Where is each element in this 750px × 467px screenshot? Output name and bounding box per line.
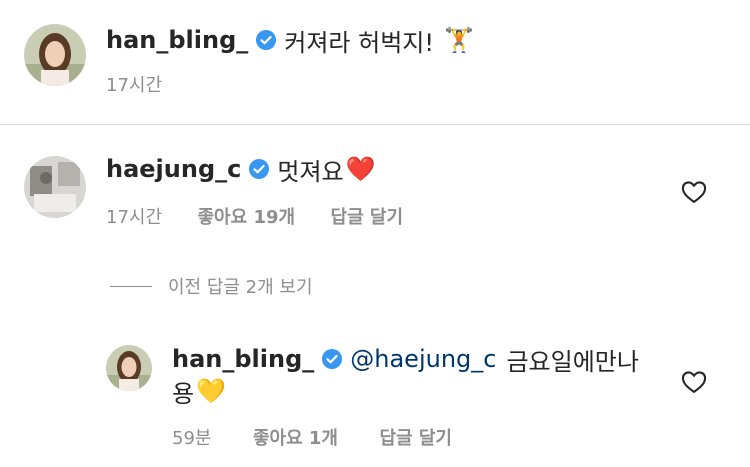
heart-emoji-icon: ❤️: [345, 155, 376, 183]
view-replies-button[interactable]: 이전 답글 2개 보기: [110, 273, 313, 299]
avatar[interactable]: [24, 24, 86, 86]
reply-text-continued: 용: [172, 379, 195, 408]
mention-link[interactable]: @haejung_c: [350, 345, 496, 373]
like-heart-icon[interactable]: [680, 368, 708, 396]
dash-divider: [110, 285, 152, 287]
reply-meta: 59분 좋아요 1개 답글 달기: [172, 424, 452, 450]
divider: [0, 124, 750, 125]
comment-line: haejung_c 멋져요 ❤️: [106, 152, 376, 186]
verified-badge-icon: [256, 30, 277, 50]
comment-text: 커져라 허벅지!: [284, 28, 434, 57]
verified-badge-icon: [322, 349, 343, 369]
comment-meta: 17시간 좋아요 19개 답글 달기: [106, 203, 403, 229]
reply-button[interactable]: 답글 달기: [331, 207, 404, 228]
reply-text: 금요일에만나: [506, 347, 639, 376]
reply-button[interactable]: 답글 달기: [379, 428, 452, 449]
reply-line-2: 용 💛: [172, 374, 226, 408]
comment-line: han_bling_ 커져라 허벅지! 🏋️: [106, 24, 474, 57]
like-heart-icon[interactable]: [680, 178, 708, 206]
reply-time[interactable]: 59분: [172, 428, 211, 449]
weightlifter-emoji-icon: 🏋️: [444, 26, 474, 54]
username[interactable]: haejung_c: [106, 155, 241, 183]
likes-count[interactable]: 좋아요 19개: [198, 207, 296, 228]
avatar[interactable]: [106, 345, 152, 391]
comment-time[interactable]: 17시간: [106, 207, 162, 228]
reply-line: han_bling_ @haejung_c 금요일에만나: [172, 342, 639, 376]
comment-text: 멋져요: [277, 157, 344, 186]
username[interactable]: han_bling_: [172, 345, 314, 373]
view-replies-label: 이전 답글 2개 보기: [168, 277, 313, 298]
yellow-heart-emoji-icon: 💛: [196, 377, 226, 405]
verified-badge-icon: [249, 159, 270, 179]
username[interactable]: han_bling_: [106, 26, 248, 54]
avatar[interactable]: [24, 156, 86, 218]
comment-time[interactable]: 17시간: [106, 71, 162, 97]
likes-count[interactable]: 좋아요 1개: [253, 428, 338, 449]
